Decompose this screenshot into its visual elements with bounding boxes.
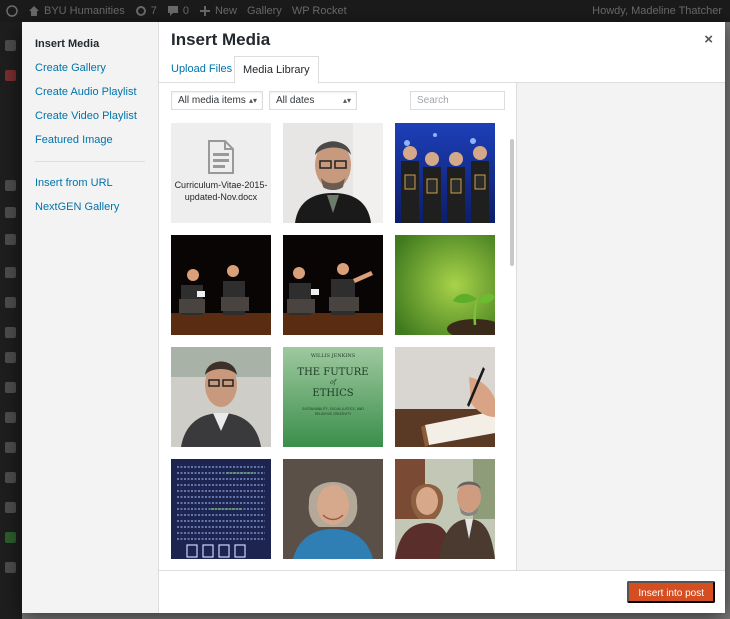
- admin-menu-strip: [0, 22, 22, 619]
- updates-count: 7: [150, 5, 157, 17]
- menu-featured-image[interactable]: Featured Image: [22, 128, 158, 152]
- new-label: New: [214, 5, 237, 17]
- account-greeting[interactable]: Howdy, Madeline Thatcher: [592, 5, 722, 17]
- date-filter-value: All dates: [276, 95, 315, 106]
- couple-portrait-thumbnail: [395, 459, 495, 559]
- book-title-line1: THE FUTURE: [297, 367, 368, 378]
- menu-separator: [35, 161, 145, 162]
- menu-create-video-playlist[interactable]: Create Video Playlist: [22, 104, 158, 128]
- book-cover-future-of-ethics-thumbnail: WILLIS JENKINS THE FUTURE of ETHICS SUST…: [283, 347, 383, 447]
- media-router: Upload Files Media Library: [159, 56, 725, 84]
- manuscript-page-thumbnail: [171, 459, 271, 559]
- attachment-image[interactable]: [395, 459, 495, 559]
- new-content-link[interactable]: New: [199, 5, 237, 17]
- menu-insert-from-url[interactable]: Insert from URL: [22, 171, 158, 195]
- attachment-filename: Curriculum-Vitae-2015-updated-Nov.docx: [173, 179, 269, 203]
- comment-icon: [167, 6, 178, 16]
- tab-upload-files[interactable]: Upload Files: [163, 56, 240, 84]
- gallery-icon[interactable]: [5, 472, 16, 483]
- menu-nextgen-gallery[interactable]: NextGEN Gallery: [22, 195, 158, 219]
- attachment-image[interactable]: [395, 347, 495, 447]
- plus-icon: [199, 6, 210, 16]
- attachments-browser: All media items ▴▾ All dates ▴▾ Search C…: [159, 83, 516, 570]
- attachment-details-sidebar: [516, 83, 725, 570]
- man-portrait-glasses-thumbnail: [283, 123, 383, 223]
- gear-icon[interactable]: [5, 502, 16, 513]
- site-name-link[interactable]: BYU Humanities: [28, 5, 125, 17]
- modal-title: Insert Media: [171, 30, 271, 49]
- attachment-document[interactable]: Curriculum-Vitae-2015-updated-Nov.docx: [171, 123, 271, 223]
- appearance-icon[interactable]: [5, 267, 16, 278]
- updates-link[interactable]: 7: [135, 5, 157, 17]
- attachments-scrollbar[interactable]: [509, 139, 515, 570]
- media-type-filter[interactable]: All media items ▴▾: [171, 91, 263, 110]
- select-arrows-icon: ▴▾: [342, 96, 351, 105]
- media-footer: Insert into post: [159, 570, 725, 613]
- search-input[interactable]: Search: [410, 91, 505, 110]
- book-title-line3: ETHICS: [312, 388, 353, 399]
- tab-media-library[interactable]: Media Library: [234, 56, 319, 84]
- document-icon: [208, 140, 234, 174]
- plugins-icon[interactable]: [5, 297, 16, 308]
- insert-into-post-button[interactable]: Insert into post: [627, 581, 715, 603]
- stage-interview-2-thumbnail: [283, 235, 383, 335]
- menu-create-gallery[interactable]: Create Gallery: [22, 56, 158, 80]
- settings-icon[interactable]: [5, 382, 16, 393]
- posts-icon[interactable]: [5, 70, 16, 81]
- wrench-icon[interactable]: [5, 412, 16, 423]
- attachment-image[interactable]: [283, 123, 383, 223]
- menu-insert-media[interactable]: Insert Media: [22, 32, 158, 56]
- site-name: BYU Humanities: [44, 5, 125, 17]
- man-portrait-outdoor-thumbnail: [171, 347, 271, 447]
- tools-icon[interactable]: [5, 352, 16, 363]
- user-icon[interactable]: [5, 442, 16, 453]
- menu-create-audio-playlist[interactable]: Create Audio Playlist: [22, 80, 158, 104]
- refresh-icon: [135, 6, 146, 16]
- attachment-image[interactable]: [283, 235, 383, 335]
- attachment-image[interactable]: [171, 347, 271, 447]
- select-arrows-icon: ▴▾: [248, 96, 257, 105]
- attachment-image[interactable]: [395, 235, 495, 335]
- hand-writing-notebook-thumbnail: [395, 347, 495, 447]
- attachment-image[interactable]: [283, 459, 383, 559]
- seedling-sprout-thumbnail: [395, 235, 495, 335]
- comments-count: 0: [182, 5, 189, 17]
- pages-icon[interactable]: [5, 207, 16, 218]
- gallery-link[interactable]: Gallery: [247, 5, 282, 17]
- stage-interview-1-thumbnail: [171, 235, 271, 335]
- book-subtitle-line1: SUSTAINABILITY, SOCIAL JUSTICE, AND: [302, 407, 364, 411]
- plugin-green-icon[interactable]: [5, 532, 16, 543]
- woman-portrait-thumbnail: [283, 459, 383, 559]
- book-subtitle-line2: RELIGIOUS CREATIVITY: [315, 412, 352, 416]
- comments-icon[interactable]: [5, 234, 16, 245]
- media-menu: Insert Media Create Gallery Create Audio…: [22, 22, 159, 613]
- media-modal: Insert Media Create Gallery Create Audio…: [22, 22, 725, 613]
- wp-rocket-link[interactable]: WP Rocket: [292, 5, 347, 17]
- admin-bar: BYU Humanities 7 0 New Gallery WP Rocket…: [0, 0, 730, 22]
- wordpress-logo-icon[interactable]: [6, 5, 18, 17]
- book-author: WILLIS JENKINS: [311, 353, 356, 359]
- media-icon[interactable]: [5, 180, 16, 191]
- attachment-image[interactable]: [171, 235, 271, 335]
- attachment-image[interactable]: [171, 459, 271, 559]
- close-icon[interactable]: ×: [704, 31, 713, 48]
- date-filter[interactable]: All dates ▴▾: [269, 91, 357, 110]
- home-icon: [29, 6, 39, 16]
- media-type-filter-value: All media items: [178, 95, 246, 106]
- users-icon[interactable]: [5, 327, 16, 338]
- dashboard-icon[interactable]: [5, 40, 16, 51]
- comments-link[interactable]: 0: [167, 5, 189, 17]
- attachment-image[interactable]: WILLIS JENKINS THE FUTURE of ETHICS SUST…: [283, 347, 383, 447]
- collapse-icon[interactable]: [5, 562, 16, 573]
- award-group-photo-thumbnail: [395, 123, 495, 223]
- scrollbar-thumb[interactable]: [510, 139, 514, 266]
- attachment-image[interactable]: [395, 123, 495, 223]
